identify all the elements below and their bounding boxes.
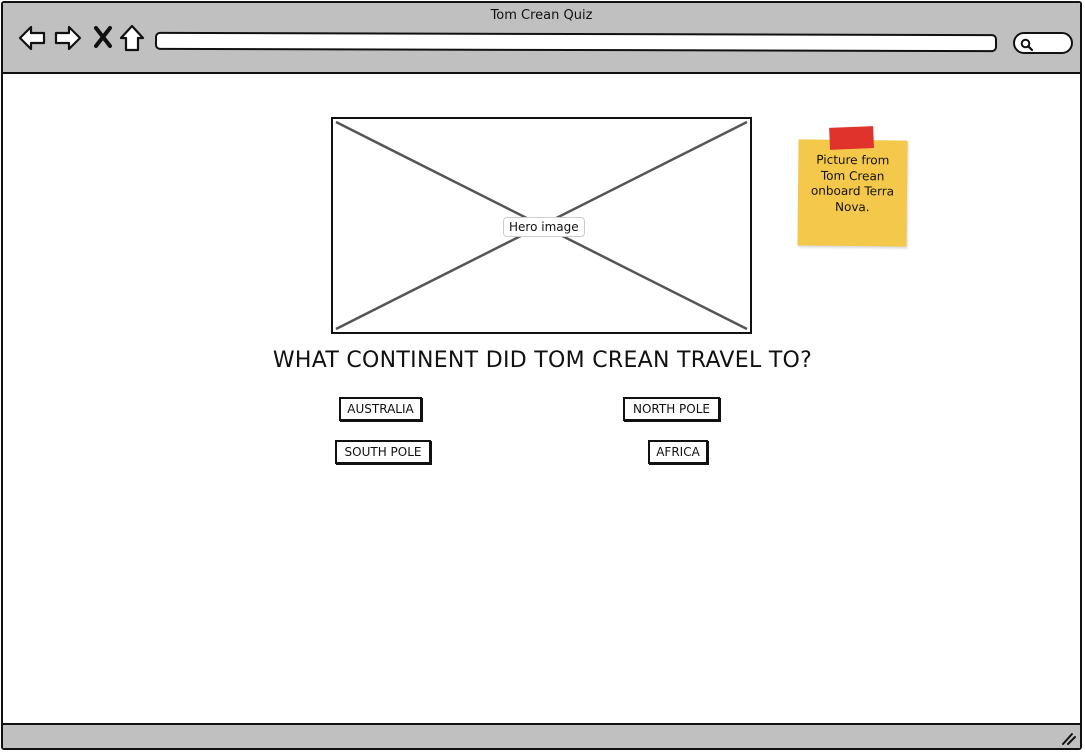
browser-window: Tom Crean Quiz	[1, 1, 1082, 750]
sticky-note-tape	[829, 126, 875, 150]
hero-image-placeholder: Hero image	[331, 117, 752, 334]
window-title: Tom Crean Quiz	[490, 8, 593, 23]
search-input[interactable]	[1013, 32, 1073, 54]
home-icon[interactable]	[118, 23, 146, 57]
close-x-icon[interactable]	[92, 25, 114, 53]
url-input[interactable]	[154, 31, 998, 53]
search-icon	[1020, 37, 1034, 56]
quiz-question: WHAT CONTINENT DID TOM CREAN TRAVEL TO?	[272, 348, 813, 373]
sticky-note-text: Picture from Tom Crean onboard Terra Nov…	[810, 152, 895, 214]
browser-statusbar	[3, 723, 1080, 748]
browser-titlebar: Tom Crean Quiz	[3, 3, 1080, 74]
answer-button-south-pole[interactable]: SOUTH POLE	[335, 440, 431, 464]
back-arrow-icon[interactable]	[17, 23, 47, 57]
forward-arrow-icon[interactable]	[53, 23, 83, 57]
answer-button-australia[interactable]: AUSTRALIA	[339, 397, 422, 421]
sticky-note: Picture from Tom Crean onboard Terra Nov…	[797, 126, 908, 247]
answer-button-north-pole[interactable]: NORTH POLE	[623, 397, 720, 421]
resize-grip-icon[interactable]	[1060, 730, 1076, 749]
answer-button-africa[interactable]: AFRICA	[648, 440, 708, 464]
hero-image-label: Hero image	[503, 217, 585, 237]
